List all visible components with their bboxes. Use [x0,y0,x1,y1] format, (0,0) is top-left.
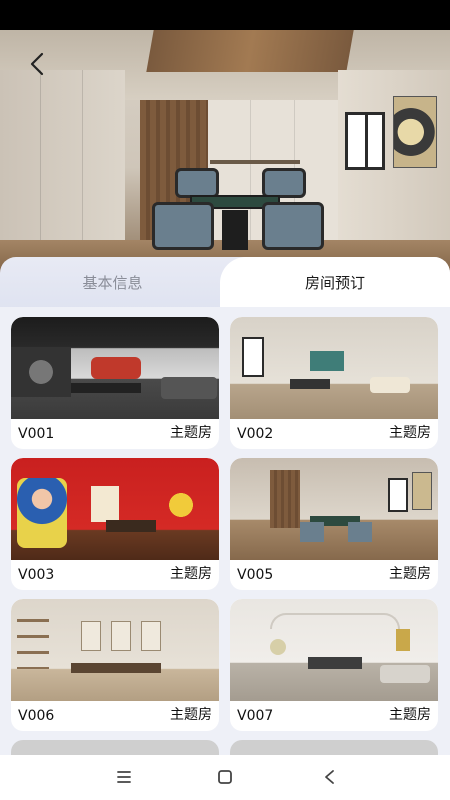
room-tag: 主题房 [389,707,431,723]
tab-room-booking[interactable]: 房间预订 [220,257,450,309]
chevron-left-icon [30,52,44,76]
menu-icon [117,771,131,783]
room-card-v007[interactable]: V007 主题房 [230,599,438,731]
room-card-partial[interactable] [230,740,438,755]
room-code: V001 [18,426,55,442]
room-photo [230,599,438,701]
room-tag: 主题房 [389,566,431,582]
room-photo [230,458,438,560]
triangle-back-icon [325,770,334,784]
room-tag: 主题房 [170,566,212,582]
room-photo [230,317,438,419]
room-card-v001[interactable]: V001 主题房 [11,317,219,449]
room-hero-image [0,30,450,280]
room-card-v005[interactable]: V005 主题房 [230,458,438,590]
square-icon [218,770,232,784]
tab-bar: 基本信息 房间预订 [0,257,450,309]
back-button[interactable] [22,48,54,80]
room-photo [11,458,219,560]
room-code: V002 [237,426,274,442]
room-card-v003[interactable]: V003 主题房 [11,458,219,590]
tab-basic-info[interactable]: 基本信息 [0,257,225,309]
nav-home-button[interactable] [213,767,237,787]
system-nav-bar [0,755,450,800]
room-card-v006[interactable]: V006 主题房 [11,599,219,731]
room-tag: 主题房 [170,707,212,723]
room-tag: 主题房 [389,425,431,441]
nav-back-button[interactable] [318,767,342,787]
room-grid: V001 主题房 V002 主题房 V003 主题房 V005 主题房 V006… [0,307,450,755]
room-tag: 主题房 [170,425,212,441]
room-code: V007 [237,708,274,724]
room-photo [11,599,219,701]
room-card-partial[interactable] [11,740,219,755]
room-code: V003 [18,567,55,583]
status-bar [0,0,450,30]
room-card-v002[interactable]: V002 主题房 [230,317,438,449]
room-code: V005 [237,567,274,583]
nav-menu-button[interactable] [112,767,136,787]
room-photo [11,317,219,419]
room-code: V006 [18,708,55,724]
